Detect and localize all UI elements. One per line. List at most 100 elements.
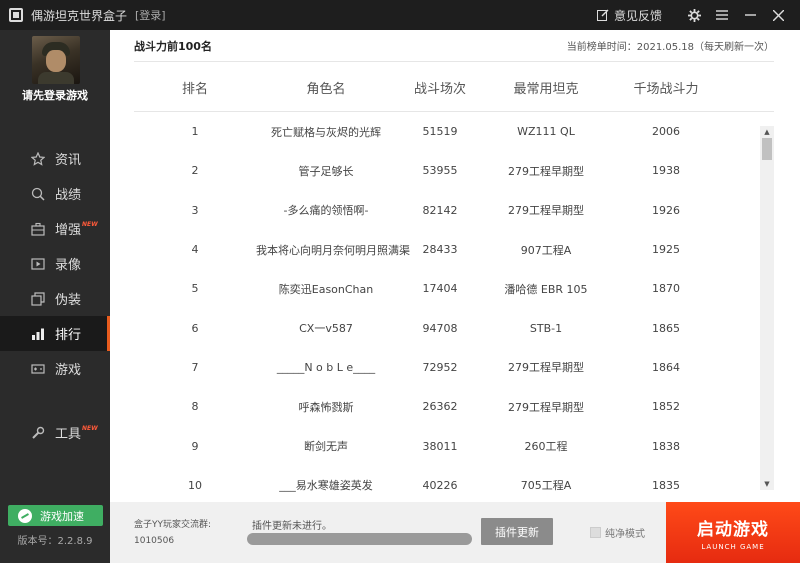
cell-tank: 279工程早期型 [508, 204, 584, 218]
cell-name: 陈奕迅EasonChan [278, 282, 374, 296]
cell-battles: 38011 [422, 439, 458, 453]
menu-button[interactable] [708, 0, 736, 30]
panel-header: 战斗力前100名 当前榜单时间：2021.05.18（每天刷新一次） [134, 30, 774, 62]
cell-rank: 4 [191, 243, 199, 257]
plugin-update-button[interactable]: 插件更新 [481, 518, 553, 545]
window-controls: 意见反馈 [596, 0, 792, 30]
new-badge: NEW [82, 425, 98, 432]
sidebar-item-label: 录像 [55, 258, 82, 273]
table-row[interactable]: 10 ___易水寒雄姿英发 40226 705工程A 1835 [134, 466, 760, 502]
cell-rank: 2 [191, 164, 199, 178]
cell-tank: WZ111 QL [517, 125, 575, 139]
cell-name: -多么痛的领悟啊- [283, 204, 369, 218]
column-header-tank: 最常用坦克 [513, 82, 579, 97]
title-bar: 偶游坦克世界盒子 [登录] 意见反馈 [0, 0, 800, 30]
cell-power: 2006 [652, 125, 680, 139]
plugin-status: 插件更新未进行。 [252, 521, 332, 532]
speedometer-icon [18, 508, 32, 523]
table-header: 排名 角色名 战斗场次 最常用坦克 千场战斗力 [134, 64, 774, 112]
cell-power: 1852 [652, 400, 680, 414]
plugin-progress-bar [247, 533, 472, 545]
sidebar-item-label: 伪装 [55, 293, 82, 308]
sidebar-item-ranking[interactable]: 排行 [0, 316, 110, 351]
table-scrollbar[interactable]: ▲ ▼ [760, 126, 774, 490]
sidebar: 请先登录游戏 资讯 战绩 增强 NEW 录像 伪装 排行 游戏 工具 NEW 游… [0, 30, 110, 563]
launch-subtitle: LAUNCH GAME [701, 542, 765, 551]
cell-power: 1870 [652, 282, 680, 296]
cell-battles: 82142 [422, 203, 458, 217]
scroll-up-arrow-icon[interactable]: ▲ [760, 126, 774, 138]
cell-battles: 94708 [422, 321, 458, 335]
sidebar-item-games[interactable]: 游戏 [0, 351, 110, 386]
cell-tank: STB-1 [529, 321, 563, 335]
cell-rank: 9 [191, 439, 199, 453]
avatar[interactable] [32, 36, 80, 84]
cell-name: _____N o b L e____ [276, 360, 376, 374]
cell-tank: 705工程A [520, 479, 572, 493]
app-logo-icon [9, 8, 23, 22]
pure-mode-toggle[interactable]: 纯净模式 [590, 525, 645, 540]
column-header-rank: 排名 [181, 82, 208, 97]
wrench-icon [30, 425, 46, 441]
feedback-button[interactable]: 意见反馈 [596, 7, 662, 24]
cell-rank: 1 [191, 125, 199, 139]
cell-tank: 279工程早期型 [508, 400, 584, 414]
table-row[interactable]: 6 CX一v587 94708 STB-1 1865 [134, 308, 760, 347]
gamepad-icon [30, 361, 46, 377]
launch-game-button[interactable]: 启动游戏 LAUNCH GAME [666, 502, 800, 563]
close-button[interactable] [764, 0, 792, 30]
play-icon [30, 256, 46, 272]
table-row[interactable]: 5 陈奕迅EasonChan 17404 潘哈德 EBR 105 1870 [134, 269, 760, 308]
sidebar-item-label: 游戏 [55, 363, 82, 378]
cell-name: 我本将心向明月奈何明月照满渠 [256, 243, 410, 257]
cell-name: 断剑无声 [304, 440, 348, 454]
cell-rank: 7 [191, 360, 199, 374]
close-icon [772, 9, 784, 21]
table-row[interactable]: 1 死亡赋格与灰烬的光辉 51519 WZ111 QL 2006 [134, 112, 760, 151]
bar-chart-icon [30, 326, 46, 342]
cell-battles: 28433 [422, 243, 458, 257]
cell-battles: 26362 [422, 400, 458, 414]
sidebar-item-label: 工具 [55, 427, 82, 442]
game-speedup-button[interactable]: 游戏加速 [8, 505, 103, 526]
sidebar-nav: 资讯 战绩 增强 NEW 录像 伪装 排行 游戏 [0, 141, 110, 386]
table-row[interactable]: 8 呼森怖戮斯 26362 279工程早期型 1852 [134, 387, 760, 426]
sidebar-item-replay[interactable]: 录像 [0, 246, 110, 281]
cell-power: 1864 [652, 360, 680, 374]
cell-power: 1926 [652, 203, 680, 217]
cell-power: 1838 [652, 439, 680, 453]
scroll-thumb[interactable] [762, 138, 772, 160]
table-row[interactable]: 9 断剑无声 38011 260工程 1838 [134, 426, 760, 465]
sidebar-item-tools[interactable]: 工具 NEW [0, 415, 110, 450]
cell-battles: 17404 [422, 282, 458, 296]
ranking-table[interactable]: 1 死亡赋格与灰烬的光辉 51519 WZ111 QL 2006 2 管子足够长… [134, 112, 760, 502]
ranking-panel: 战斗力前100名 当前榜单时间：2021.05.18（每天刷新一次） 排名 角色… [110, 30, 800, 502]
new-badge: NEW [82, 221, 98, 228]
search-icon [30, 186, 46, 202]
pure-mode-checkbox[interactable] [590, 527, 601, 538]
column-header-battles: 战斗场次 [413, 82, 466, 97]
scroll-down-arrow-icon[interactable]: ▼ [760, 478, 774, 490]
column-header-name: 角色名 [306, 82, 346, 97]
sidebar-item-label: 排行 [55, 328, 82, 343]
minimize-icon [744, 14, 756, 16]
table-row[interactable]: 4 我本将心向明月奈何明月照满渠 28433 907工程A 1925 [134, 230, 760, 269]
sidebar-item-enhance[interactable]: 增强 NEW [0, 211, 110, 246]
sidebar-item-news[interactable]: 资讯 [0, 141, 110, 176]
sidebar-item-camo[interactable]: 伪装 [0, 281, 110, 316]
settings-button[interactable] [680, 0, 708, 30]
sidebar-item-label: 增强 [55, 223, 82, 238]
table-row[interactable]: 2 管子足够长 53955 279工程早期型 1938 [134, 151, 760, 190]
player-group-number[interactable]: 1010506 [134, 536, 174, 546]
table-row[interactable]: 7 _____N o b L e____ 72952 279工程早期型 1864 [134, 348, 760, 387]
pure-mode-label: 纯净模式 [605, 529, 645, 540]
sidebar-item-record[interactable]: 战绩 [0, 176, 110, 211]
table-row[interactable]: 3 -多么痛的领悟啊- 82142 279工程早期型 1926 [134, 191, 760, 230]
sidebar-item-label: 资讯 [55, 153, 82, 168]
cell-rank: 5 [191, 282, 199, 296]
cell-power: 1865 [652, 321, 680, 335]
feedback-label: 意见反馈 [613, 8, 662, 23]
login-tip[interactable]: 请先登录游戏 [0, 87, 110, 103]
login-link[interactable]: [登录] [135, 7, 166, 23]
minimize-button[interactable] [736, 0, 764, 30]
